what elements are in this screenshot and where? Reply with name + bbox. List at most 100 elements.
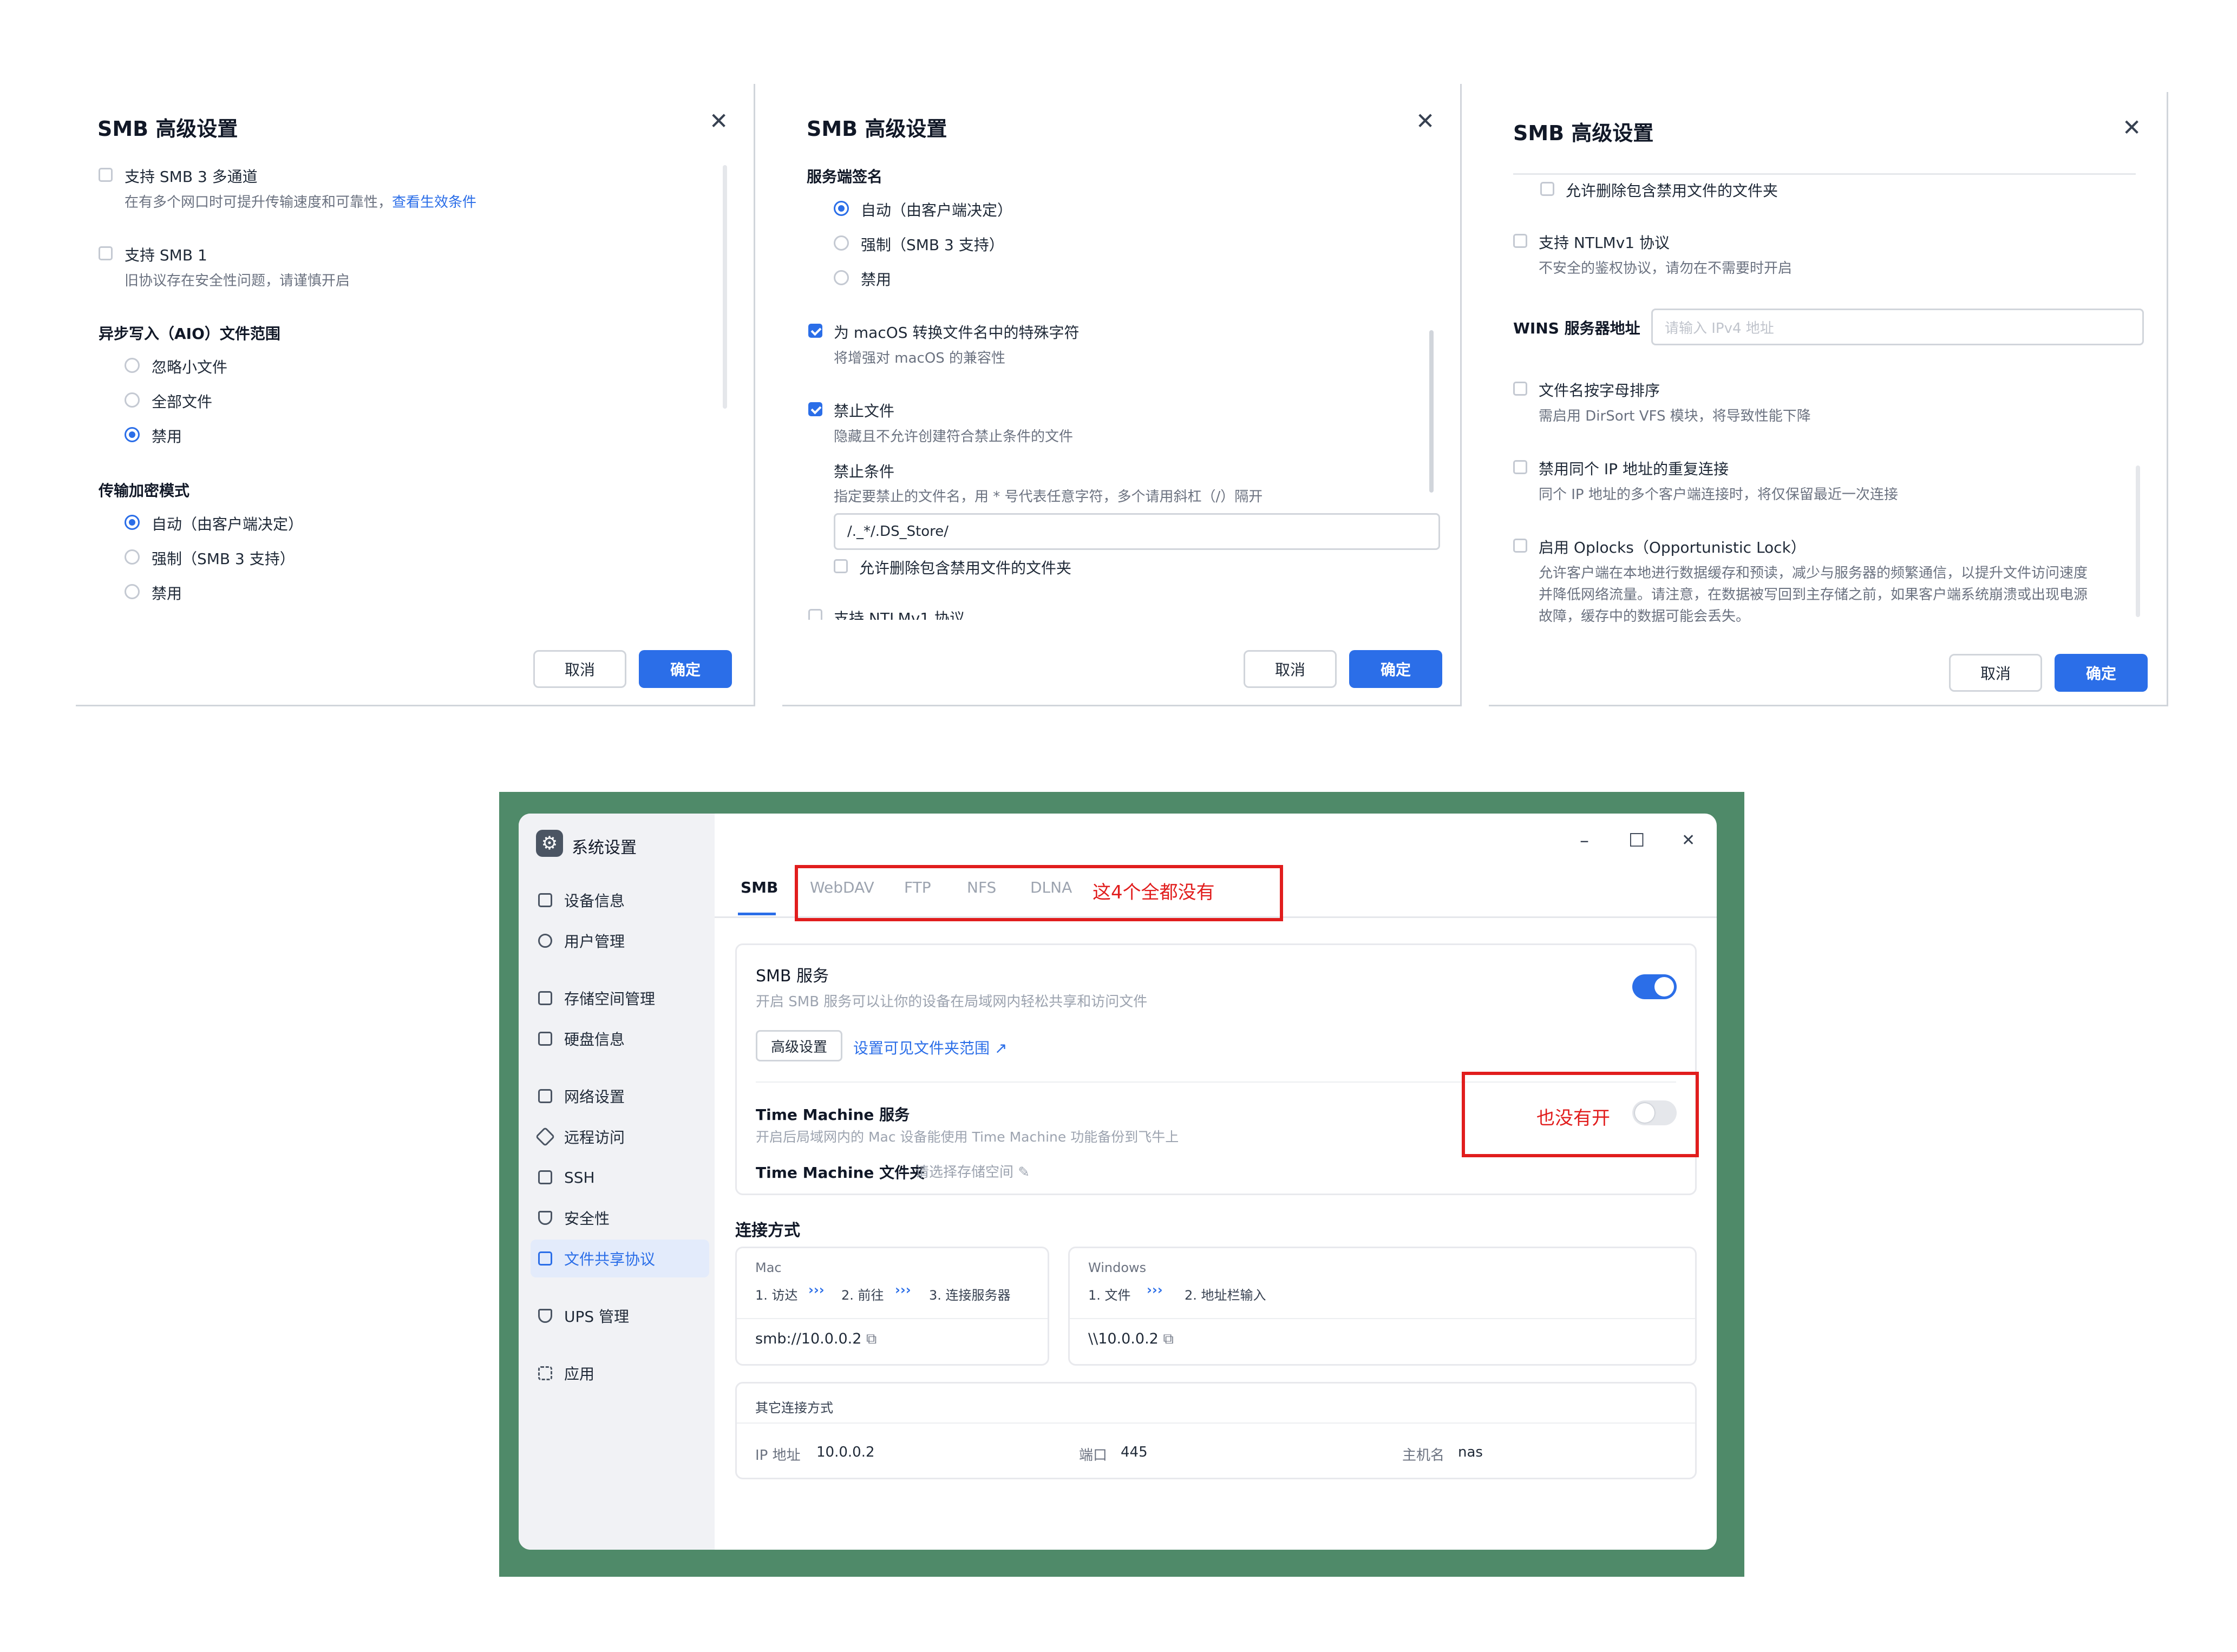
apps-icon [538, 1366, 552, 1380]
file-icon [538, 1251, 552, 1266]
annotation-tabs: 这4个全都没有 [1093, 882, 1215, 903]
wins-input[interactable]: 请输入 IPv4 地址 [1651, 309, 2144, 345]
edit-icon: ✎ [1018, 1164, 1030, 1181]
signing-option-label: 强制（SMB 3 支持） [861, 236, 1004, 254]
smb1-desc: 旧协议存在安全性问题，请谨慎开启 [125, 273, 350, 289]
close-icon[interactable]: ✕ [1682, 831, 1695, 850]
aio-option-radio[interactable] [125, 392, 140, 408]
cancel-button[interactable]: 取消 [533, 650, 626, 688]
close-icon[interactable]: ✕ [709, 110, 728, 133]
ntlm-checkbox[interactable] [808, 609, 822, 620]
encrypt-option-label: 强制（SMB 3 支持） [152, 550, 295, 568]
encrypt-option-radio[interactable] [125, 584, 140, 599]
veto-checkbox[interactable] [808, 402, 822, 416]
signing-option-radio[interactable] [834, 270, 849, 285]
network-icon [538, 1089, 552, 1103]
storage-icon [538, 991, 552, 1005]
mac-step: 3. 连接服务器 [929, 1288, 1011, 1303]
scrollbar[interactable] [1429, 330, 1434, 493]
other-title: 其它连接方式 [755, 1400, 833, 1415]
delete-veto-checkbox[interactable] [1540, 182, 1554, 196]
device-icon [538, 893, 552, 907]
sidebar-item-users[interactable]: 用户管理 [531, 922, 709, 960]
ip-value: 10.0.0.2 [816, 1444, 875, 1460]
sidebar-item-label: 设备信息 [564, 892, 625, 910]
visible-folders-link[interactable]: 设置可见文件夹范围 ↗ [853, 1037, 1007, 1058]
mac-step: 2. 前往 [841, 1288, 884, 1303]
dirsort-checkbox[interactable] [1513, 382, 1527, 396]
dialog-title: SMB 高级设置 [1513, 121, 1654, 145]
tab-smb[interactable]: SMB [741, 879, 778, 896]
app-gear-icon: ⚙ [536, 830, 563, 857]
veto-cond-input[interactable]: /._*/.DS_Store/ [834, 513, 1440, 550]
ntlm-label: 支持 NTLMv1 协议 [834, 609, 965, 620]
sidebar-item-network[interactable]: 网络设置 [531, 1077, 709, 1115]
sidebar-item-label: SSH [564, 1168, 595, 1186]
sidebar-item-device[interactable]: 设备信息 [531, 881, 709, 919]
sidebar-item-security[interactable]: 安全性 [531, 1199, 709, 1237]
shield-icon [538, 1211, 552, 1225]
signing-option-radio[interactable] [834, 235, 849, 251]
sidebar-item-disk[interactable]: 硬盘信息 [531, 1020, 709, 1058]
advanced-settings-button[interactable]: 高级设置 [756, 1030, 842, 1061]
scrollbar[interactable] [2136, 466, 2140, 617]
connect-heading: 连接方式 [735, 1221, 800, 1240]
ntlm-desc: 不安全的鉴权协议，请勿在不需要时开启 [1539, 260, 1793, 277]
signing-option-radio[interactable] [834, 201, 849, 216]
signing-option-label: 自动（由客户端决定） [861, 201, 1013, 219]
external-link-icon: ↗ [994, 1039, 1008, 1057]
windows-address: \\10.0.0.2 ⧉ [1088, 1330, 1174, 1347]
multichannel-checkbox[interactable] [99, 168, 113, 182]
dupip-checkbox[interactable] [1513, 460, 1527, 474]
sidebar-item-ups[interactable]: UPS 管理 [531, 1297, 709, 1335]
minimize-icon[interactable]: – [1580, 830, 1589, 851]
ups-icon [538, 1309, 552, 1323]
smb-advanced-dialog-3: SMB 高级设置 ✕ 允许删除包含禁用文件的文件夹 支持 NTLMv1 协议 不… [1489, 92, 2168, 706]
scrollbar[interactable] [723, 165, 727, 409]
smb1-checkbox[interactable] [99, 246, 113, 260]
aio-option-radio[interactable] [125, 427, 140, 442]
chevron-icon: ››› [1147, 1282, 1163, 1297]
macos-checkbox[interactable] [808, 324, 822, 338]
ntlm-checkbox[interactable] [1513, 234, 1527, 248]
confirm-button[interactable]: 确定 [639, 650, 732, 688]
sidebar-item-apps[interactable]: 应用 [531, 1354, 709, 1392]
close-icon[interactable]: ✕ [1416, 110, 1435, 133]
encrypt-option-radio[interactable] [125, 515, 140, 530]
oplocks-checkbox[interactable] [1513, 539, 1527, 553]
sidebar-item-remote[interactable]: 远程访问 [531, 1118, 709, 1156]
mac-connect-card [735, 1247, 1049, 1366]
sidebar-item-label: 存储空间管理 [564, 990, 656, 1008]
aio-option-radio[interactable] [125, 358, 140, 373]
cancel-button[interactable]: 取消 [1949, 654, 2042, 692]
time-machine-folder-value[interactable]: 请选择存储空间 ✎ [915, 1161, 1030, 1181]
smb1-label: 支持 SMB 1 [125, 246, 207, 264]
sidebar-item-label: 远程访问 [564, 1129, 625, 1146]
sidebar-item-label: 文件共享协议 [564, 1250, 656, 1268]
confirm-button[interactable]: 确定 [1349, 650, 1442, 688]
sidebar-item-label: 安全性 [564, 1210, 610, 1228]
cancel-button[interactable]: 取消 [1244, 650, 1337, 688]
copy-icon[interactable]: ⧉ [1163, 1330, 1173, 1347]
copy-icon[interactable]: ⧉ [866, 1330, 877, 1347]
sidebar-item-ssh[interactable]: SSH [531, 1158, 709, 1196]
dupip-label: 禁用同个 IP 地址的重复连接 [1539, 460, 1729, 478]
oplocks-label: 启用 Oplocks（Opportunistic Lock） [1539, 539, 1806, 556]
ip-label: IP 地址 [755, 1447, 801, 1464]
chevron-icon: ››› [895, 1282, 911, 1297]
confirm-button[interactable]: 确定 [2055, 654, 2148, 692]
user-icon [538, 934, 552, 948]
port-label: 端口 [1079, 1447, 1108, 1464]
maximize-icon[interactable]: ☐ [1628, 830, 1645, 851]
time-machine-desc: 开启后局域网内的 Mac 设备能使用 Time Machine 功能备份到飞牛上 [756, 1129, 1179, 1145]
encrypt-option-radio[interactable] [125, 549, 140, 565]
sidebar-item-storage[interactable]: 存储空间管理 [531, 979, 709, 1017]
close-icon[interactable]: ✕ [2122, 116, 2141, 139]
sidebar-item-file-sharing[interactable]: 文件共享协议 [531, 1240, 709, 1277]
port-value: 445 [1121, 1444, 1148, 1460]
smb-service-toggle[interactable] [1632, 974, 1677, 999]
scroll-top-edge [1513, 173, 2136, 175]
delete-veto-checkbox[interactable] [834, 559, 848, 573]
mac-address: smb://10.0.0.2 ⧉ [755, 1330, 877, 1347]
conditions-link[interactable]: 查看生效条件 [392, 194, 476, 211]
